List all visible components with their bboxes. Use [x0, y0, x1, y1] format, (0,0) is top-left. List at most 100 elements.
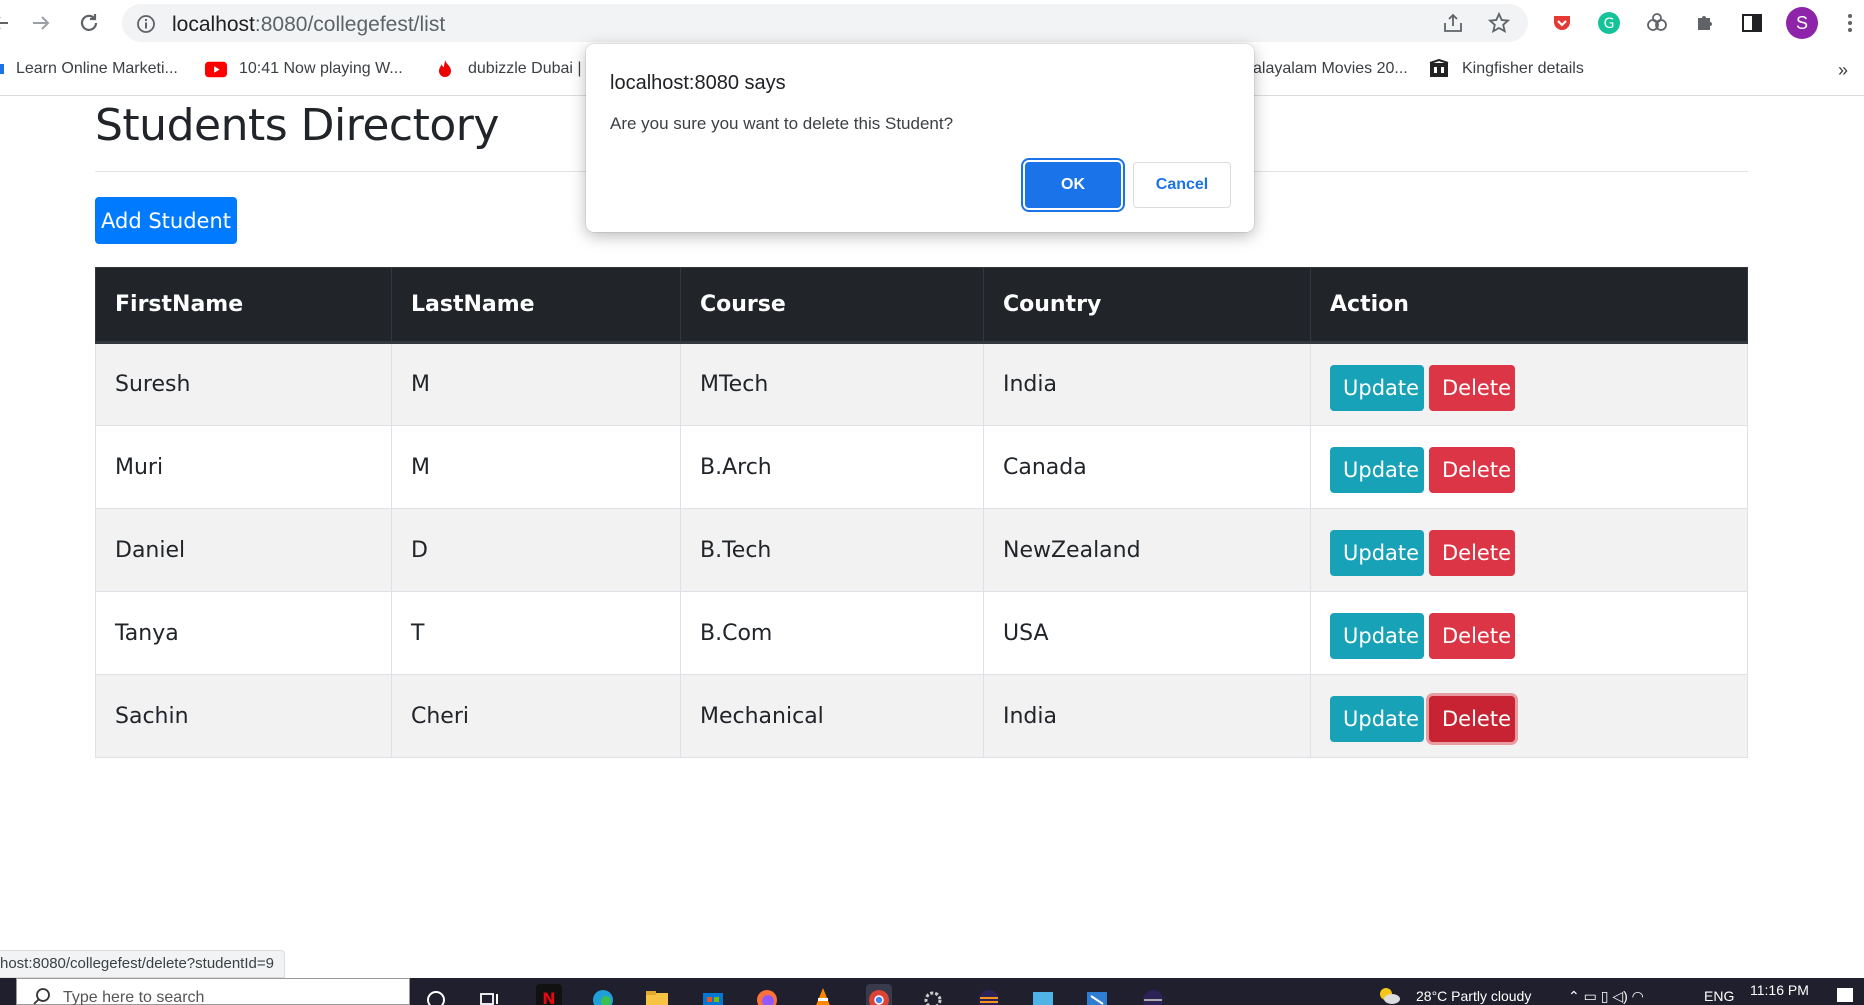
cell-firstname: Sachin	[95, 674, 392, 758]
delete-button[interactable]: Delete	[1429, 696, 1515, 742]
students-table: FirstName LastName Course Country Action…	[95, 267, 1748, 758]
bookmarks-overflow-icon[interactable]: »	[1838, 60, 1848, 81]
column-header-course: Course	[680, 267, 984, 344]
cell-lastname: D	[391, 508, 681, 592]
update-button[interactable]: Update	[1330, 530, 1424, 576]
cell-action: Update Delete	[1310, 674, 1748, 758]
svg-text:N: N	[542, 989, 555, 1005]
bookmark-learn-online[interactable]: Learn Online Marketi...	[0, 60, 178, 78]
store-icon[interactable]	[700, 984, 726, 1005]
delete-button[interactable]: Delete	[1429, 447, 1515, 493]
bookmark-label: 10:41 Now playing W...	[239, 60, 403, 77]
delete-button[interactable]: Delete	[1429, 364, 1515, 411]
settings-gear-icon[interactable]	[920, 984, 946, 1005]
cell-country: Canada	[983, 425, 1311, 509]
confirm-dialog: localhost:8080 says Are you sure you wan…	[586, 44, 1254, 232]
cell-lastname: M	[391, 425, 681, 509]
app-window-icon[interactable]	[1030, 984, 1056, 1005]
notification-icon[interactable]	[1836, 986, 1854, 1005]
update-button[interactable]: Update	[1330, 447, 1424, 493]
tray-icons[interactable]: ⌃ ▭ ▯ ◁) ◠	[1568, 988, 1644, 1005]
table-row: Muri M B.Arch Canada Update Delete	[95, 425, 1748, 509]
vlc-icon[interactable]	[810, 984, 836, 1005]
weather-icon[interactable]	[1376, 984, 1400, 1005]
cell-action: Update Delete	[1310, 342, 1748, 426]
share-icon[interactable]	[1442, 12, 1464, 34]
cell-lastname: Cheri	[391, 674, 681, 758]
column-header-lastname: LastName	[391, 267, 681, 344]
bookmark-dubizzle[interactable]: dubizzle Dubai |	[434, 60, 582, 78]
cell-course: B.Tech	[680, 508, 984, 592]
address-bar[interactable]: localhost:8080/collegefest/list	[122, 4, 1528, 42]
cell-lastname: M	[391, 342, 681, 426]
chrome-icon[interactable]	[866, 984, 892, 1005]
cell-firstname: Daniel	[95, 508, 392, 592]
forward-icon[interactable]	[24, 6, 58, 40]
update-button[interactable]: Update	[1330, 364, 1424, 411]
delete-button[interactable]: Delete	[1429, 613, 1515, 659]
cortana-icon[interactable]	[424, 984, 450, 1005]
weather-text[interactable]: 28°C Partly cloudy	[1416, 988, 1531, 1004]
puzzle-extensions-icon[interactable]	[1691, 9, 1719, 37]
page-title: Students Directory	[95, 100, 499, 151]
dialog-cancel-button[interactable]: Cancel	[1133, 162, 1231, 208]
cell-action: Update Delete	[1310, 508, 1748, 592]
svg-text:G: G	[1604, 16, 1615, 32]
delete-button[interactable]: Delete	[1429, 530, 1515, 576]
table-row: Suresh M MTech India Update Delete	[95, 342, 1748, 426]
reload-icon[interactable]	[72, 6, 106, 40]
url-text: localhost:8080/collegefest/list	[172, 13, 445, 37]
update-button[interactable]: Update	[1330, 696, 1424, 742]
eclipse-icon[interactable]	[976, 984, 1002, 1005]
side-panel-icon[interactable]	[1738, 9, 1766, 37]
url-host: localhost	[172, 13, 255, 36]
bookmark-malayalam-movies[interactable]: alayalam Movies 20...	[1253, 60, 1408, 78]
kingfisher-icon	[1428, 59, 1450, 78]
flame-icon	[434, 60, 456, 78]
profile-avatar[interactable]: S	[1786, 7, 1818, 39]
netflix-icon[interactable]: N	[536, 984, 562, 1005]
link-status-bar: host:8080/collegefest/delete?studentId=9	[0, 950, 285, 978]
cell-firstname: Suresh	[95, 342, 392, 426]
site-info-icon[interactable]	[136, 14, 156, 39]
cell-course: B.Arch	[680, 425, 984, 509]
back-icon[interactable]	[0, 6, 18, 40]
remote-desktop-icon[interactable]	[1084, 984, 1110, 1005]
taskbar-search-box[interactable]: Type here to search	[16, 978, 410, 1005]
cell-country: India	[983, 674, 1311, 758]
add-student-button[interactable]: Add Student	[95, 197, 237, 244]
cell-firstname: Muri	[95, 425, 392, 509]
update-button[interactable]: Update	[1330, 613, 1424, 659]
cell-course: Mechanical	[680, 674, 984, 758]
clock-time[interactable]: 11:16 PM	[1750, 982, 1809, 998]
table-row: Tanya T B.Com USA Update Delete	[95, 591, 1748, 675]
bookmark-youtube[interactable]: 10:41 Now playing W...	[205, 60, 403, 78]
kebab-menu-icon[interactable]	[1836, 9, 1864, 37]
file-explorer-icon[interactable]	[644, 984, 670, 1005]
firefox-icon[interactable]	[754, 984, 780, 1005]
bookmark-label: Learn Online Marketi...	[16, 60, 178, 77]
task-view-icon[interactable]	[478, 984, 504, 1005]
windows-taskbar: Type here to search N 28°C Partly cloudy…	[0, 978, 1864, 1005]
language-indicator[interactable]: ENG	[1704, 988, 1734, 1004]
grammarly-icon[interactable]: G	[1595, 9, 1623, 37]
eclipse-ide-icon[interactable]	[1140, 984, 1166, 1005]
cell-lastname: T	[391, 591, 681, 675]
bookmark-star-icon[interactable]	[1488, 12, 1510, 34]
cell-country: NewZealand	[983, 508, 1311, 592]
bookmark-label: dubizzle Dubai |	[468, 60, 582, 77]
dialog-message: Are you sure you want to delete this Stu…	[610, 114, 954, 133]
cell-country: India	[983, 342, 1311, 426]
url-path: :8080/collegefest/list	[254, 13, 446, 36]
dialog-title: localhost:8080 says	[610, 72, 786, 94]
extension-link-icon[interactable]	[1643, 9, 1671, 37]
browser-toolbar: localhost:8080/collegefest/list G S	[0, 0, 1864, 46]
column-header-action: Action	[1310, 267, 1748, 344]
bookmark-label: Kingfisher details	[1462, 60, 1584, 77]
dialog-ok-button[interactable]: OK	[1025, 162, 1121, 208]
youtube-icon	[205, 60, 227, 78]
table-row: Daniel D B.Tech NewZealand Update Delete	[95, 508, 1748, 592]
pocket-extension-icon[interactable]	[1548, 9, 1576, 37]
bookmark-kingfisher[interactable]: Kingfisher details	[1428, 59, 1584, 78]
edge-icon[interactable]	[590, 984, 616, 1005]
